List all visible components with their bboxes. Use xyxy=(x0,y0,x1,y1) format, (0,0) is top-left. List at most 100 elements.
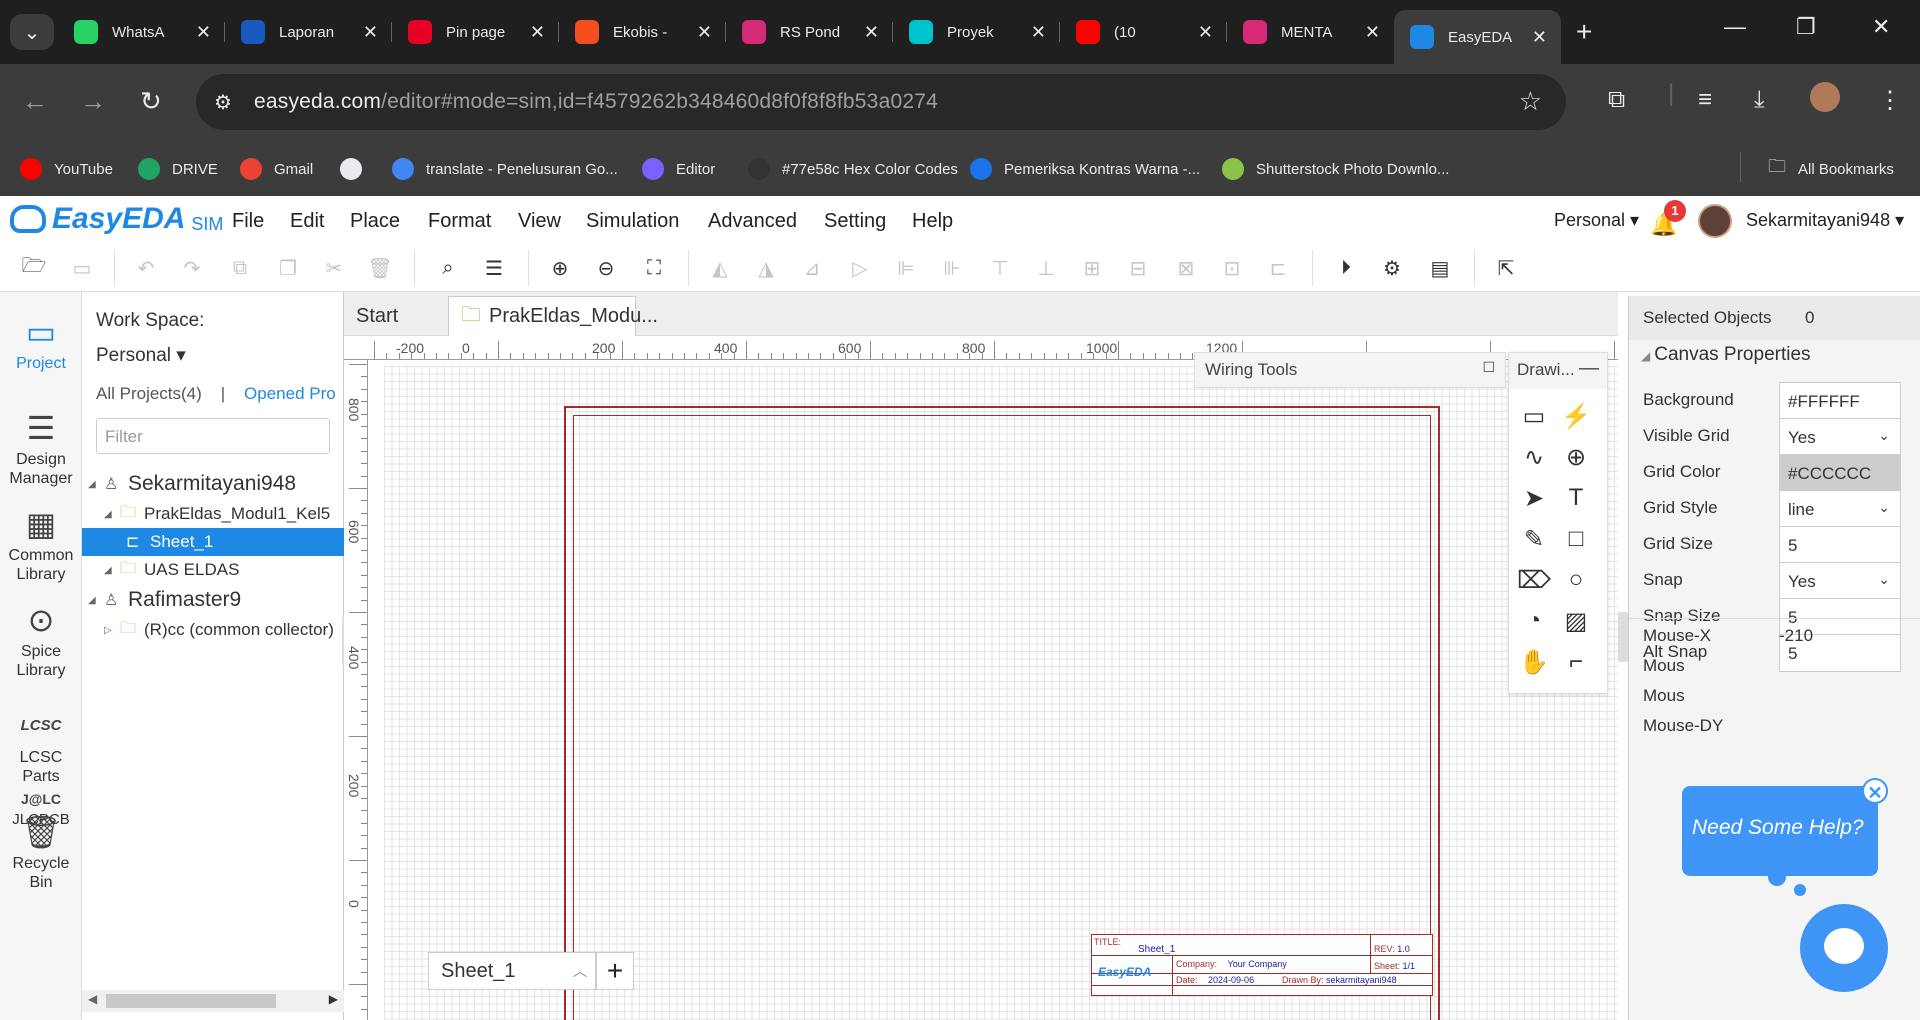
align-right-icon[interactable]: ⊪ xyxy=(938,254,966,282)
settings-gear-icon[interactable]: ⚙ xyxy=(1378,254,1406,282)
align-center-v-icon[interactable]: ⊟ xyxy=(1124,254,1152,282)
flag-icon[interactable]: ⌦ xyxy=(1517,563,1551,597)
close-tab-icon[interactable]: ✕ xyxy=(1031,22,1046,43)
arc-plus-icon[interactable]: ⊕ xyxy=(1559,440,1593,474)
bookmark-item[interactable] xyxy=(340,154,374,184)
tree-user-rafimaster9[interactable]: ◢ ♙ Rafimaster9 xyxy=(88,586,241,614)
pie-icon[interactable]: ◔ xyxy=(1517,604,1551,638)
prop-snap-select[interactable]: Yes ⌄ xyxy=(1779,562,1901,600)
forward-button[interactable]: → xyxy=(80,86,106,117)
prop-grid-size-input[interactable]: 5 xyxy=(1779,526,1901,564)
menu-setting[interactable]: Setting xyxy=(824,210,886,233)
save-icon[interactable]: ▭ xyxy=(68,254,96,282)
close-tab-icon[interactable]: ✕ xyxy=(1365,22,1380,43)
minimize-icon[interactable]: — xyxy=(1579,357,1599,380)
nav-project[interactable]: ▭ Project xyxy=(0,312,82,373)
bookmark-item[interactable]: Gmail xyxy=(240,154,313,184)
zoom-out-icon[interactable]: ⊖ xyxy=(592,254,620,282)
browser-tab[interactable]: RS Pond ✕ xyxy=(726,12,893,52)
drawing-tools-panel[interactable]: Drawi... — ▭ ⚡ ∿ ⊕ ➤ T ✎ □ ⌦ ○ ◔ ▨ ✋ ⌐ xyxy=(1508,352,1608,694)
bookmark-item[interactable]: Editor xyxy=(642,154,715,184)
undo-icon[interactable]: ↶ xyxy=(132,254,160,282)
menu-advanced[interactable]: Advanced xyxy=(708,210,797,233)
cut-icon[interactable]: ✂ xyxy=(320,254,348,282)
restore-button[interactable]: ❐ xyxy=(1796,14,1816,40)
prop-visible-grid-select[interactable]: Yes ⌄ xyxy=(1779,418,1901,456)
flip-vertical-icon[interactable]: ▷ xyxy=(846,254,874,282)
right-panel-collapse-handle[interactable] xyxy=(1618,612,1628,662)
close-help-icon[interactable]: ✕ xyxy=(1862,778,1888,804)
wiring-tools-panel[interactable]: Wiring Tools ☐ xyxy=(1194,352,1506,388)
browser-tab[interactable]: (10 ✕ xyxy=(1060,12,1227,52)
media-control-icon[interactable]: ≡ xyxy=(1698,86,1712,114)
new-tab-button[interactable]: + xyxy=(1576,16,1592,48)
browser-tab[interactable]: MENTA ✕ xyxy=(1227,12,1394,52)
hand-icon[interactable]: ✋ xyxy=(1517,645,1551,679)
netlist-document-icon[interactable]: ▤ xyxy=(1426,254,1454,282)
prop-background-input[interactable]: #FFFFFF xyxy=(1779,382,1901,420)
nav-recycle-bin[interactable]: 🗑 Recycle Bin xyxy=(0,812,82,892)
sheet-selector[interactable]: Sheet_1 ︿ xyxy=(428,952,596,990)
workspace-dropdown[interactable]: Personal ▾ xyxy=(96,344,186,367)
panel-horizontal-scrollbar[interactable]: ◀ ▶ xyxy=(82,990,344,1012)
pencil-icon[interactable]: ✎ xyxy=(1517,522,1551,556)
convert-pcb-icon[interactable]: ⇱ xyxy=(1492,254,1520,282)
flip-horizontal-icon[interactable]: ⊿ xyxy=(798,254,826,282)
add-sheet-button[interactable]: + xyxy=(596,952,634,990)
download-icon[interactable]: ⤓ xyxy=(1754,86,1765,114)
bus-icon[interactable]: ⚡ xyxy=(1559,399,1593,433)
browser-tab[interactable]: Proyek ✕ xyxy=(893,12,1060,52)
find-list-icon[interactable]: ☰ xyxy=(480,254,508,282)
menu-file[interactable]: File xyxy=(232,210,264,233)
scroll-thumb[interactable] xyxy=(106,994,276,1008)
redo-icon[interactable]: ↷ xyxy=(178,254,206,282)
text-icon[interactable]: T xyxy=(1559,481,1593,515)
tree-project-prakeldas[interactable]: ◢ 🗀 PrakEldas_Modul1_Kel5 xyxy=(104,500,330,528)
nav-design-manager[interactable]: ☰ Design Manager xyxy=(0,408,82,488)
distribute-h-icon[interactable]: ⊠ xyxy=(1172,254,1200,282)
bookmark-item[interactable]: Pemeriksa Kontras Warna -... xyxy=(970,154,1200,184)
tree-user-sekarmitayani[interactable]: ◢ ♙ Sekarmitayani948 xyxy=(88,470,296,498)
help-popup[interactable]: Need Some Help? ✕ xyxy=(1682,778,1888,876)
nav-spice-library[interactable]: ⊙ Spice Library xyxy=(0,600,82,680)
search-icon[interactable]: ⌕ xyxy=(434,254,462,282)
delete-icon[interactable]: 🗑 xyxy=(366,254,394,282)
close-tab-icon[interactable]: ✕ xyxy=(1198,22,1213,43)
menu-place[interactable]: Place xyxy=(350,210,400,233)
bookmark-star-icon[interactable]: ☆ xyxy=(1519,86,1542,117)
minimize-button[interactable]: — xyxy=(1724,14,1746,40)
tree-project-uas-eldas[interactable]: ◢ 🗀 UAS ELDAS xyxy=(104,556,239,584)
rotate-left-icon[interactable]: ◭ xyxy=(706,254,734,282)
close-tab-icon[interactable]: ✕ xyxy=(697,22,712,43)
close-tab-icon[interactable]: ✕ xyxy=(530,22,545,43)
rectangle-icon[interactable]: □ xyxy=(1559,522,1593,556)
all-projects-tab[interactable]: All Projects(4) xyxy=(96,384,202,403)
bookmark-item[interactable]: DRIVE xyxy=(138,154,218,184)
back-button[interactable]: ← xyxy=(22,86,48,117)
bookmark-item[interactable]: translate - Penelusuran Go... xyxy=(392,154,618,184)
account-mode-dropdown[interactable]: Personal ▾ xyxy=(1554,210,1639,231)
bookmark-item[interactable]: Shutterstock Photo Downlo... xyxy=(1222,154,1449,184)
prop-grid-style-select[interactable]: line ⌄ xyxy=(1779,490,1901,528)
schematic-canvas[interactable]: -200 0 200 400 600 800 1000 1200 800 600 400 200 0 xyxy=(344,336,1618,1020)
opened-projects-tab[interactable]: Opened Pro xyxy=(244,384,336,403)
schematic-tab[interactable]: 🗀 PrakEldas_Modu... xyxy=(448,296,658,336)
prop-grid-color-input[interactable]: #CCCCCC xyxy=(1779,454,1901,492)
all-bookmarks-button[interactable]: 🗀 All Bookmarks xyxy=(1768,154,1894,184)
browser-tab[interactable]: Laporan ✕ xyxy=(225,12,392,52)
site-info-icon[interactable]: ⚙ xyxy=(214,90,232,115)
bezier-icon[interactable]: ∿ xyxy=(1517,440,1551,474)
close-tab-icon[interactable]: ✕ xyxy=(864,22,879,43)
copy-icon[interactable]: ❐ xyxy=(274,254,302,282)
browser-tab[interactable]: Ekobis - ✕ xyxy=(559,12,726,52)
image-icon[interactable]: ▨ xyxy=(1559,604,1593,638)
browser-tab[interactable]: EasyEDA ✕ xyxy=(1394,10,1561,64)
align-top-icon[interactable]: ⊤ xyxy=(986,254,1014,282)
arrow-icon[interactable]: ➤ xyxy=(1517,481,1551,515)
tab-search-button[interactable]: ⌄ xyxy=(10,14,54,50)
align-grid-icon[interactable]: ⊏ xyxy=(1264,254,1292,282)
browser-tab[interactable]: WhatsA ✕ xyxy=(58,12,225,52)
open-icon[interactable]: 🗁 xyxy=(20,254,48,282)
start-tab[interactable]: Start xyxy=(344,296,410,336)
close-tab-icon[interactable]: ✕ xyxy=(1532,27,1547,48)
